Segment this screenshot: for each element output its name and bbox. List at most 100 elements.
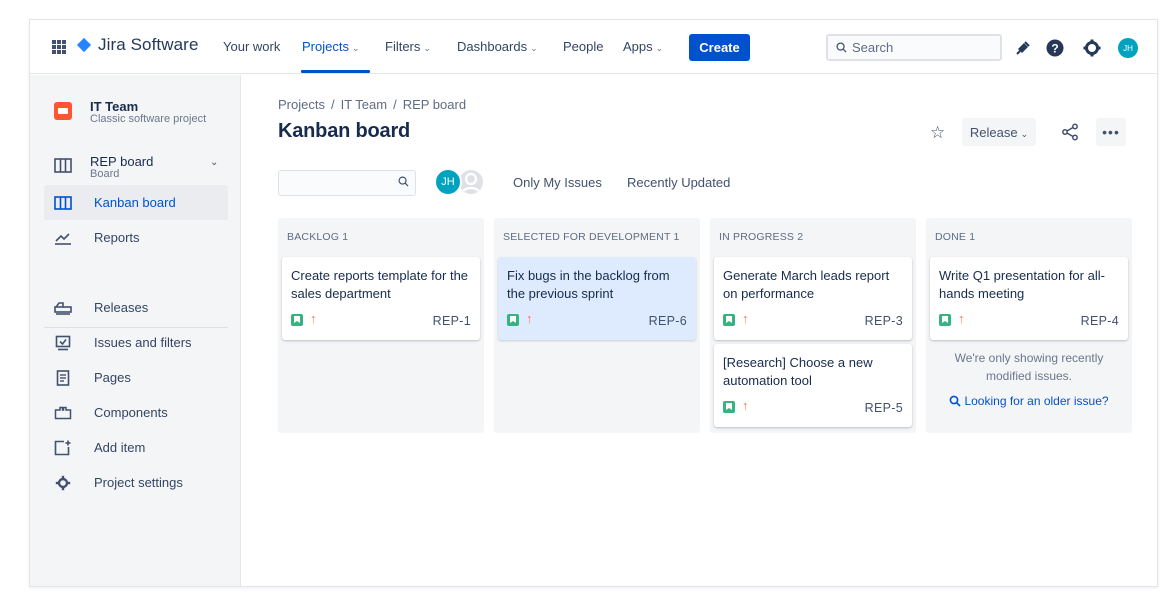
assignee-avatar-jh[interactable]: JH xyxy=(434,168,462,196)
create-button[interactable]: Create xyxy=(689,34,750,61)
issue-card[interactable]: Write Q1 presentation for all-hands meet… xyxy=(930,257,1128,340)
help-icon[interactable]: ? xyxy=(1045,38,1065,58)
older-issues-link-text: Looking for an older issue? xyxy=(964,394,1109,408)
only-my-issues-filter[interactable]: Only My Issues xyxy=(513,175,602,190)
search-icon xyxy=(836,42,847,53)
nav-your-work[interactable]: Your work xyxy=(223,39,280,54)
page-title: Kanban board xyxy=(278,120,411,142)
chevron-down-icon: ⌄ xyxy=(423,43,431,53)
notifications-icon[interactable] xyxy=(1013,38,1033,58)
sidebar-item-pages[interactable]: Pages xyxy=(44,360,228,395)
releases-icon xyxy=(54,301,72,315)
issue-summary: Fix bugs in the backlog from the previou… xyxy=(507,268,670,301)
jira-logo[interactable]: Jira Software xyxy=(76,35,199,55)
sidebar-item-add-item[interactable]: Add item xyxy=(44,430,228,465)
nav-label: Your work xyxy=(223,39,281,54)
chevron-down-icon: ⌄ xyxy=(1020,128,1029,139)
project-avatar-icon xyxy=(54,102,72,120)
board-name: REP board xyxy=(90,154,154,169)
issue-key: REP-6 xyxy=(648,314,687,328)
search-input[interactable] xyxy=(852,40,992,55)
sidebar-item-label: Issues and filters xyxy=(94,335,192,350)
priority-high-icon: ↑ xyxy=(742,311,749,326)
recent-issues-note-text: We're only showing recently modified iss… xyxy=(954,351,1104,383)
nav-apps[interactable]: Apps ⌄ xyxy=(623,39,663,54)
column-header: IN PROGRESS 2 xyxy=(719,231,804,243)
star-icon[interactable]: ☆ xyxy=(930,123,945,143)
column-in-progress: IN PROGRESS 2 Generate March leads repor… xyxy=(710,218,916,433)
sidebar-item-project-settings[interactable]: Project settings xyxy=(44,465,228,500)
global-search[interactable] xyxy=(826,34,1002,61)
jira-diamond-icon xyxy=(76,37,92,53)
story-icon xyxy=(507,314,519,326)
column-header: BACKLOG 1 xyxy=(287,231,349,243)
breadcrumb-separator: / xyxy=(393,97,397,112)
app-switcher-icon[interactable] xyxy=(52,40,66,54)
board-search[interactable] xyxy=(278,170,416,196)
nav-people[interactable]: People xyxy=(563,39,603,54)
issue-summary: Write Q1 presentation for all-hands meet… xyxy=(939,268,1105,301)
release-label: Release xyxy=(969,124,1018,140)
sidebar-item-kanban-board[interactable]: Kanban board xyxy=(44,185,228,220)
column-done: DONE 1 Write Q1 presentation for all-han… xyxy=(926,218,1132,433)
sidebar-item-releases[interactable]: Releases xyxy=(44,290,228,325)
nav-projects[interactable]: Projects ⌄ xyxy=(302,39,360,54)
board-type: Board xyxy=(90,168,120,180)
project-type: Classic software project xyxy=(90,113,207,125)
project-name: IT Team xyxy=(90,99,139,114)
board-search-input[interactable] xyxy=(285,175,397,191)
recently-updated-filter[interactable]: Recently Updated xyxy=(627,175,730,190)
nav-label: Filters xyxy=(385,39,421,54)
jira-window: Jira Software Your work Projects ⌄ Filter… xyxy=(29,19,1158,587)
breadcrumb-it-team[interactable]: IT Team xyxy=(341,97,387,112)
board-switcher[interactable]: REP board Board ⌄ xyxy=(44,152,228,182)
issue-card[interactable]: Create reports template for the sales de… xyxy=(282,257,480,340)
breadcrumb-projects[interactable]: Projects xyxy=(278,97,325,112)
sidebar-item-components[interactable]: Components xyxy=(44,395,228,430)
board-icon xyxy=(54,158,72,173)
nav-filters[interactable]: Filters ⌄ xyxy=(385,39,431,54)
nav-active-underline xyxy=(301,70,370,73)
nav-dashboards[interactable]: Dashboards ⌄ xyxy=(457,39,538,54)
priority-high-icon: ↑ xyxy=(310,311,317,326)
issues-icon xyxy=(55,335,71,350)
sidebar-item-label: Releases xyxy=(94,300,149,315)
nav-label: Apps xyxy=(623,39,653,54)
svg-text:?: ? xyxy=(1051,42,1058,56)
share-icon[interactable] xyxy=(1061,123,1079,141)
sidebar-item-label: Project settings xyxy=(94,475,183,490)
more-actions-button[interactable]: ••• xyxy=(1096,118,1126,146)
settings-icon xyxy=(55,475,71,490)
issue-key: REP-3 xyxy=(864,314,903,328)
nav-label: People xyxy=(563,39,604,54)
sidebar-item-label: Reports xyxy=(94,230,140,245)
issue-card[interactable]: Generate March leads report on performan… xyxy=(714,257,912,340)
issue-summary: [Research] Choose a new automation tool xyxy=(723,355,873,388)
sidebar-item-label: Pages xyxy=(94,370,131,385)
sidebar-item-issues-and-filters[interactable]: Issues and filters xyxy=(44,325,228,360)
story-icon xyxy=(723,401,735,413)
sidebar-item-label: Kanban board xyxy=(94,195,176,210)
release-button[interactable]: Release ⌄ xyxy=(962,118,1036,146)
story-icon xyxy=(939,314,951,326)
priority-high-icon: ↑ xyxy=(742,398,749,413)
column-selected-for-development: SELECTED FOR DEVELOPMENT 1 Fix bugs in t… xyxy=(494,218,700,433)
issue-summary: Generate March leads report on performan… xyxy=(723,268,890,301)
sidebar-item-reports[interactable]: Reports xyxy=(44,220,228,255)
nav-label: Dashboards xyxy=(457,39,528,54)
story-icon xyxy=(723,314,735,326)
pages-icon xyxy=(56,369,70,386)
breadcrumb-rep-board[interactable]: REP board xyxy=(403,97,466,112)
column-header: SELECTED FOR DEVELOPMENT 1 xyxy=(503,231,680,243)
chevron-down-icon: ⌄ xyxy=(655,43,664,53)
issue-summary: Create reports template for the sales de… xyxy=(291,268,469,301)
person-icon xyxy=(460,172,482,194)
top-navigation: Jira Software Your work Projects ⌄ Filter… xyxy=(30,20,1157,74)
user-avatar[interactable]: JH xyxy=(1118,38,1138,58)
issue-card[interactable]: Fix bugs in the backlog from the previou… xyxy=(498,257,696,340)
settings-icon[interactable] xyxy=(1082,38,1102,58)
priority-high-icon: ↑ xyxy=(526,311,533,326)
breadcrumb: Projects / IT Team / REP board xyxy=(278,97,466,112)
issue-card[interactable]: [Research] Choose a new automation tool … xyxy=(714,344,912,427)
older-issues-link[interactable]: Looking for an older issue? xyxy=(926,394,1132,408)
